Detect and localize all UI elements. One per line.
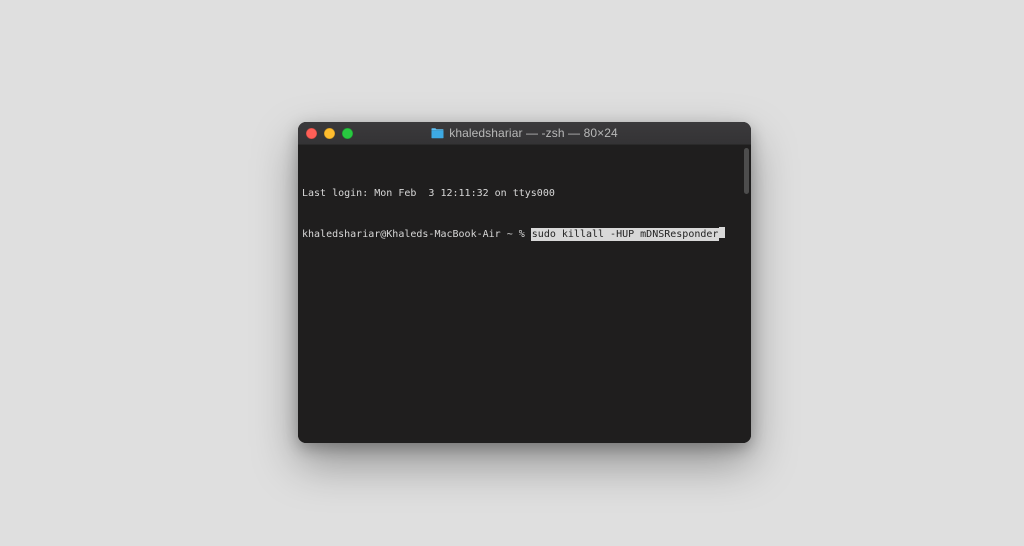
window-title: khaledshariar — -zsh — 80×24: [449, 126, 618, 140]
terminal-body[interactable]: Last login: Mon Feb 3 12:11:32 on ttys00…: [298, 145, 751, 443]
terminal-window: khaledshariar — -zsh — 80×24 Last login:…: [298, 122, 751, 443]
titlebar[interactable]: khaledshariar — -zsh — 80×24: [298, 122, 751, 145]
title-container: khaledshariar — -zsh — 80×24: [298, 126, 751, 140]
prompt-line: khaledshariar@Khaleds-MacBook-Air ~ % su…: [302, 226, 747, 241]
scrollbar-thumb[interactable]: [744, 148, 749, 194]
folder-icon: [431, 128, 444, 139]
minimize-button[interactable]: [324, 128, 335, 139]
maximize-button[interactable]: [342, 128, 353, 139]
entered-command[interactable]: sudo killall -HUP mDNSResponder: [531, 228, 720, 241]
traffic-lights: [306, 128, 353, 139]
shell-prompt: khaledshariar@Khaleds-MacBook-Air ~ %: [302, 228, 531, 241]
cursor: [719, 227, 725, 238]
close-button[interactable]: [306, 128, 317, 139]
last-login-line: Last login: Mon Feb 3 12:11:32 on ttys00…: [302, 187, 747, 200]
